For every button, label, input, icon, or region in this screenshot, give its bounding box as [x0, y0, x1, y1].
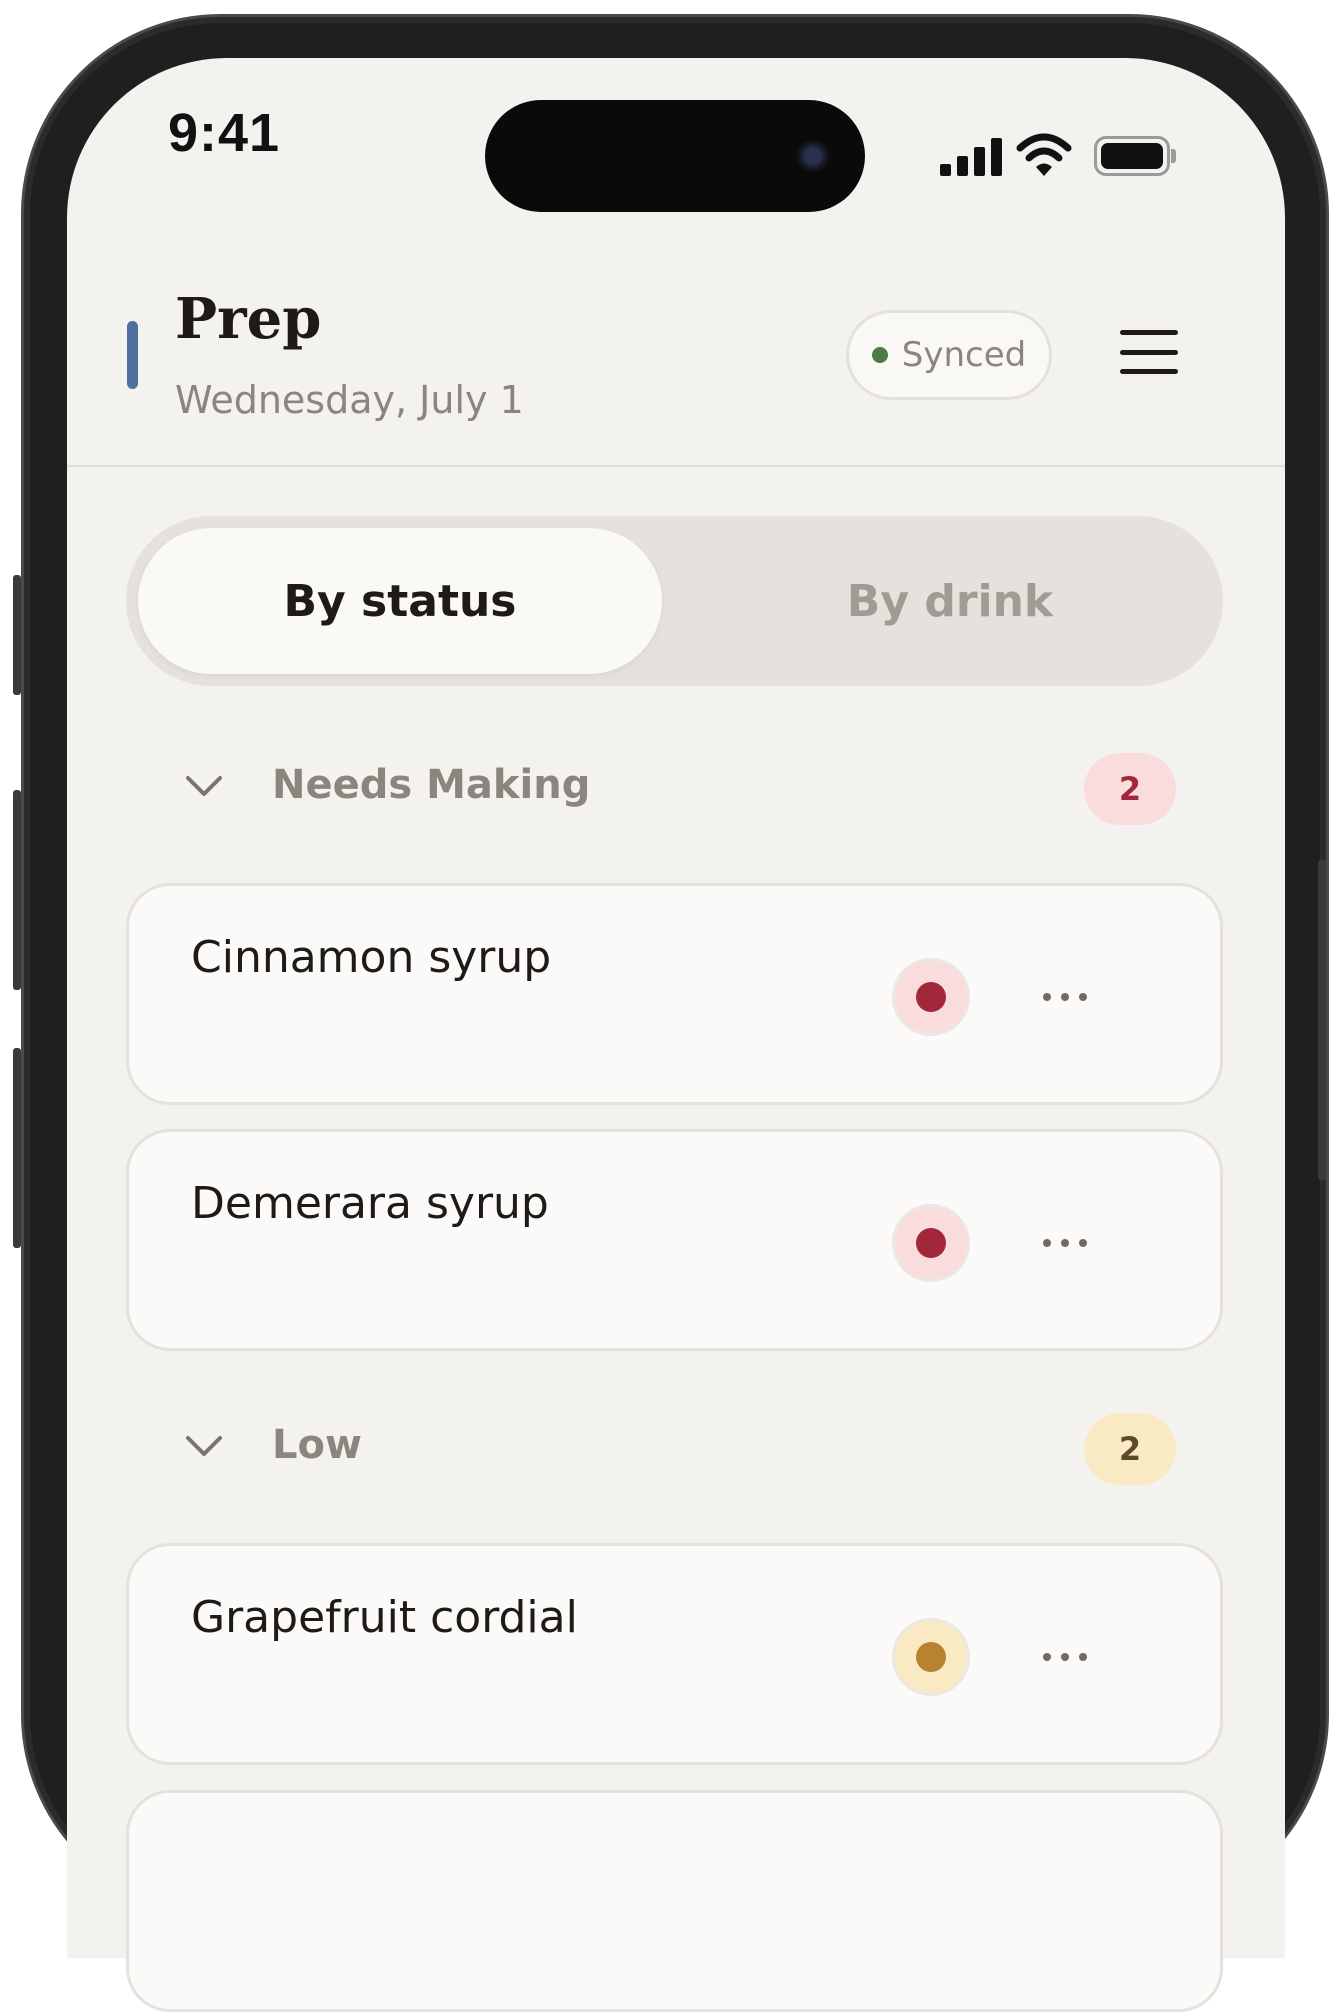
phone-volume-down-button	[13, 1048, 21, 1248]
tab-by-drink[interactable]: By drink	[688, 528, 1212, 674]
status-toggle-button[interactable]	[892, 1618, 970, 1696]
ellipsis-icon	[1043, 993, 1051, 1001]
low-status-dot-icon	[916, 1642, 946, 1672]
section-header-needs-making[interactable]: Needs Making 2	[126, 750, 1223, 830]
section-title: Low	[272, 1422, 362, 1468]
page-title: Prep	[175, 286, 322, 352]
prep-item-name: Demerara syrup	[191, 1178, 549, 1229]
prep-item-name: Cinnamon syrup	[191, 932, 552, 983]
phone-power-button	[1318, 860, 1326, 1180]
hamburger-menu-icon	[1120, 330, 1178, 335]
status-toggle-button[interactable]	[892, 958, 970, 1036]
tab-by-status[interactable]: By status	[138, 528, 662, 674]
front-camera-icon	[797, 140, 829, 172]
phone-action-button	[13, 575, 21, 695]
prep-item-card[interactable]	[126, 1790, 1223, 2012]
section-header-low[interactable]: Low 2	[126, 1410, 1223, 1490]
phone-volume-up-button	[13, 790, 21, 990]
prep-item-card[interactable]: Cinnamon syrup	[126, 883, 1223, 1105]
needs-making-status-dot-icon	[916, 1228, 946, 1258]
more-options-button[interactable]	[1037, 1632, 1093, 1682]
needs-making-status-dot-icon	[916, 982, 946, 1012]
prep-item-card[interactable]: Grapefruit cordial	[126, 1543, 1223, 1765]
sync-status-label: Synced	[901, 335, 1027, 375]
cellular-signal-icon	[940, 138, 1002, 176]
more-options-button[interactable]	[1037, 972, 1093, 1022]
wifi-icon	[1016, 133, 1072, 176]
chevron-down-icon	[186, 776, 222, 796]
status-toggle-button[interactable]	[892, 1204, 970, 1282]
title-accent-bar	[127, 321, 138, 389]
sync-status-badge[interactable]: Synced	[846, 310, 1052, 400]
section-title: Needs Making	[272, 762, 591, 808]
prep-item-card[interactable]: Demerara syrup	[126, 1129, 1223, 1351]
view-mode-segmented-control: By status By drink	[126, 516, 1223, 686]
prep-item-name: Grapefruit cordial	[191, 1592, 578, 1643]
chevron-down-icon	[186, 1436, 222, 1456]
ellipsis-icon	[1043, 1239, 1051, 1247]
section-count-badge: 2	[1084, 1413, 1176, 1485]
battery-icon	[1094, 136, 1176, 176]
status-time: 9:41	[168, 103, 281, 163]
sync-status-dot-icon	[871, 347, 888, 363]
header-divider	[67, 465, 1285, 467]
section-count-badge: 2	[1084, 753, 1176, 825]
menu-button[interactable]	[1120, 326, 1178, 378]
more-options-button[interactable]	[1037, 1218, 1093, 1268]
ellipsis-icon	[1043, 1653, 1051, 1661]
dynamic-island	[485, 100, 865, 212]
page-date: Wednesday, July 1	[175, 378, 524, 422]
